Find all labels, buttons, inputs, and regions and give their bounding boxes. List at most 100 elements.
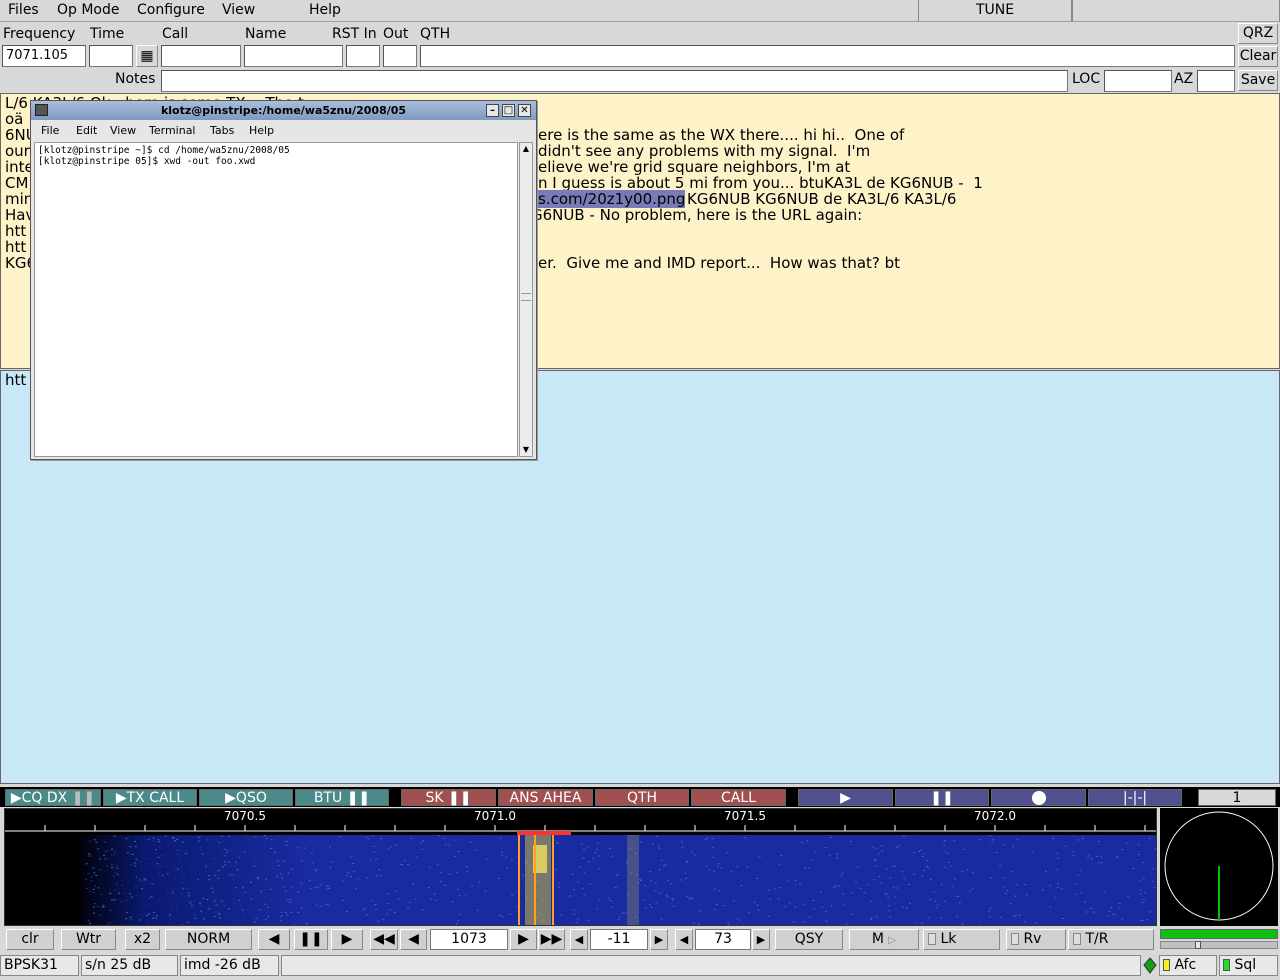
menu-configure[interactable]: Configure xyxy=(137,2,205,18)
save-button[interactable]: Save xyxy=(1238,70,1278,91)
scroll-down-icon[interactable]: ▼ xyxy=(521,445,531,455)
maximize-icon[interactable]: □ xyxy=(502,104,515,117)
step-left-button[interactable]: ◀ xyxy=(258,929,290,950)
noise-speck xyxy=(557,843,559,844)
noise-speck xyxy=(698,924,700,925)
menu-files[interactable]: Files xyxy=(8,2,39,18)
mode-status[interactable]: BPSK31 xyxy=(0,955,79,976)
macro-call[interactable]: CALL xyxy=(691,789,786,806)
clear-rx-button[interactable]: clr xyxy=(6,929,54,950)
sql-toggle[interactable]: Sql xyxy=(1219,955,1278,976)
noise-speck xyxy=(610,900,612,901)
menu-view[interactable]: View xyxy=(222,2,255,18)
terminal-titlebar[interactable]: klotz@pinstripe:/home/wa5znu/2008/05 – □… xyxy=(31,101,536,120)
tr-toggle[interactable]: T/R xyxy=(1068,929,1154,950)
time-field[interactable] xyxy=(89,45,133,67)
terminal-window[interactable]: klotz@pinstripe:/home/wa5znu/2008/05 – □… xyxy=(30,100,537,460)
tune-button[interactable]: TUNE xyxy=(918,0,1072,21)
level-increment[interactable]: ▶ xyxy=(752,929,770,950)
zoom-x2-button[interactable]: x2 xyxy=(125,929,160,950)
call-field[interactable] xyxy=(161,45,241,67)
macro-btu[interactable]: BTU ❚❚ xyxy=(295,789,389,806)
noise-speck xyxy=(213,858,215,859)
noise-speck xyxy=(392,920,394,921)
noise-speck xyxy=(443,917,445,918)
name-field[interactable] xyxy=(244,45,343,67)
frequency-field[interactable]: 7071.105 xyxy=(2,45,86,67)
noise-speck xyxy=(90,880,92,881)
offset-increment[interactable]: ▶ xyxy=(650,929,668,950)
fast-forward-button[interactable]: ▶▶ xyxy=(538,929,565,950)
offset-field[interactable]: -11 xyxy=(590,929,648,950)
clear-button[interactable]: Clear xyxy=(1238,46,1278,67)
macro-sk[interactable]: SK ❚❚ xyxy=(401,789,496,806)
qth-field[interactable] xyxy=(420,45,1235,67)
noise-speck xyxy=(594,896,596,897)
macro-pause[interactable]: ❚❚ xyxy=(895,789,989,806)
noise-speck xyxy=(1057,887,1059,888)
diamond-icon[interactable] xyxy=(1143,955,1157,976)
noise-speck xyxy=(244,892,246,893)
terminal-scrollbar[interactable]: ▲ ▼ xyxy=(519,142,533,457)
waterfall-mode-button[interactable]: Wtr xyxy=(61,929,116,950)
offset-decrement[interactable]: ◀ xyxy=(570,929,588,950)
noise-speck xyxy=(271,839,273,840)
level-field[interactable]: 73 xyxy=(695,929,751,950)
scroll-up-icon[interactable]: ▲ xyxy=(521,144,531,154)
terminal-menu-file[interactable]: File xyxy=(41,124,59,137)
m-button[interactable]: M ▷ xyxy=(849,929,919,950)
menu-op-mode[interactable]: Op Mode xyxy=(57,2,120,18)
macro-cw-id[interactable]: |-|-| xyxy=(1088,789,1182,806)
macro-page-number[interactable]: 1 xyxy=(1198,789,1276,806)
noise-speck xyxy=(1087,857,1089,858)
terminal-menu-view[interactable]: View xyxy=(110,124,136,137)
notes-field[interactable] xyxy=(161,70,1068,92)
noise-speck xyxy=(961,871,963,872)
waterfall-display[interactable]: 7070.5 7071.0 7071.5 7072.0 xyxy=(4,808,1157,926)
loc-field[interactable] xyxy=(1104,70,1172,92)
squelch-slider[interactable] xyxy=(1160,941,1278,949)
macro-cq-dx[interactable]: ▶CQ DX ❚❚ xyxy=(5,789,101,806)
rst-in-field[interactable] xyxy=(346,45,380,67)
macro-qth[interactable]: QTH xyxy=(595,789,689,806)
forward-button[interactable]: ▶ xyxy=(510,929,537,950)
noise-speck xyxy=(581,844,583,845)
reverse-toggle[interactable]: Rv xyxy=(1006,929,1066,950)
carrier-frequency-field[interactable]: 1073 xyxy=(430,929,508,950)
noise-speck xyxy=(569,918,571,919)
macro-tx-call[interactable]: ▶TX CALL ❚❚ xyxy=(103,789,197,806)
rewind-button[interactable]: ◀ xyxy=(400,929,427,950)
az-field[interactable] xyxy=(1197,70,1235,92)
waterfall-spectrum[interactable] xyxy=(5,835,1156,925)
noise-speck xyxy=(958,891,960,892)
terminal-menu-help[interactable]: Help xyxy=(249,124,274,137)
speed-norm-button[interactable]: NORM xyxy=(165,929,252,950)
macro-ans-ahea[interactable]: ANS AHEA xyxy=(498,789,593,806)
close-icon[interactable]: ✕ xyxy=(518,104,531,117)
terminal-output[interactable]: [klotz@pinstripe ~]$ cd /home/wa5znu/200… xyxy=(34,142,518,457)
macro-record[interactable] xyxy=(991,789,1086,806)
noise-speck xyxy=(1024,921,1026,922)
calculator-icon[interactable]: ▦ xyxy=(136,45,158,67)
slider-handle[interactable] xyxy=(1195,941,1201,949)
terminal-menu-tabs[interactable]: Tabs xyxy=(210,124,234,137)
lock-toggle[interactable]: Lk xyxy=(923,929,1000,950)
macro-play[interactable]: ▶ xyxy=(798,789,893,806)
afc-toggle[interactable]: Afc xyxy=(1159,955,1217,976)
minimize-icon[interactable]: – xyxy=(486,104,499,117)
pause-button[interactable]: ❚❚ xyxy=(294,929,328,950)
terminal-menu-terminal[interactable]: Terminal xyxy=(149,124,196,137)
scroll-grip[interactable] xyxy=(521,293,531,301)
macro-qso[interactable]: ▶QSO xyxy=(199,789,293,806)
rst-out-field[interactable] xyxy=(383,45,417,67)
qsy-button[interactable]: QSY xyxy=(775,929,843,950)
noise-speck xyxy=(184,880,186,881)
step-right-button[interactable]: ▶ xyxy=(331,929,363,950)
noise-speck xyxy=(146,905,148,906)
noise-speck xyxy=(1142,862,1144,863)
qrz-button[interactable]: QRZ xyxy=(1238,23,1278,44)
menu-help[interactable]: Help xyxy=(309,2,341,18)
fast-rewind-button[interactable]: ◀◀ xyxy=(370,929,398,950)
terminal-menu-edit[interactable]: Edit xyxy=(76,124,97,137)
level-decrement[interactable]: ◀ xyxy=(675,929,693,950)
